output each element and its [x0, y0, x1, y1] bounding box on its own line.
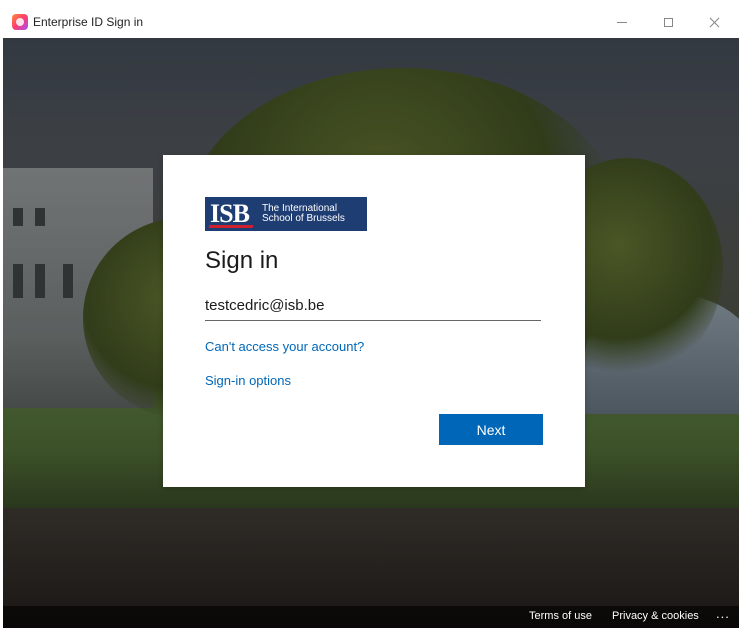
maximize-icon — [663, 17, 673, 27]
footer-bar: Terms of use Privacy & cookies ... — [3, 606, 739, 628]
logo-mark: ISB — [210, 199, 250, 228]
close-icon — [709, 17, 720, 28]
terms-of-use-link[interactable]: Terms of use — [529, 610, 592, 622]
page-title: Sign in — [205, 247, 279, 274]
privacy-cookies-link[interactable]: Privacy & cookies — [612, 610, 699, 622]
email-field[interactable] — [205, 290, 541, 321]
sign-in-window: Enterprise ID Sign in ISB The Internatio… — [3, 0, 739, 628]
sign-in-options-link[interactable]: Sign-in options — [205, 373, 291, 388]
maximize-button[interactable] — [645, 6, 691, 38]
window-title: Enterprise ID Sign in — [33, 15, 144, 29]
more-options-icon[interactable]: ... — [716, 606, 730, 621]
app-icon — [12, 14, 28, 30]
title-bar[interactable]: Enterprise ID Sign in — [3, 6, 739, 38]
next-button[interactable]: Next — [439, 414, 543, 445]
logo-text-line2: School of Brussels — [262, 213, 345, 224]
minimize-icon — [617, 21, 627, 23]
sign-in-card: ISB The International School of Brussels… — [163, 155, 585, 487]
isb-logo: ISB The International School of Brussels — [205, 197, 367, 231]
cant-access-account-link[interactable]: Can't access your account? — [205, 339, 364, 354]
minimize-button[interactable] — [599, 6, 645, 38]
logo-accent-stripe — [208, 225, 254, 228]
close-button[interactable] — [691, 6, 737, 38]
